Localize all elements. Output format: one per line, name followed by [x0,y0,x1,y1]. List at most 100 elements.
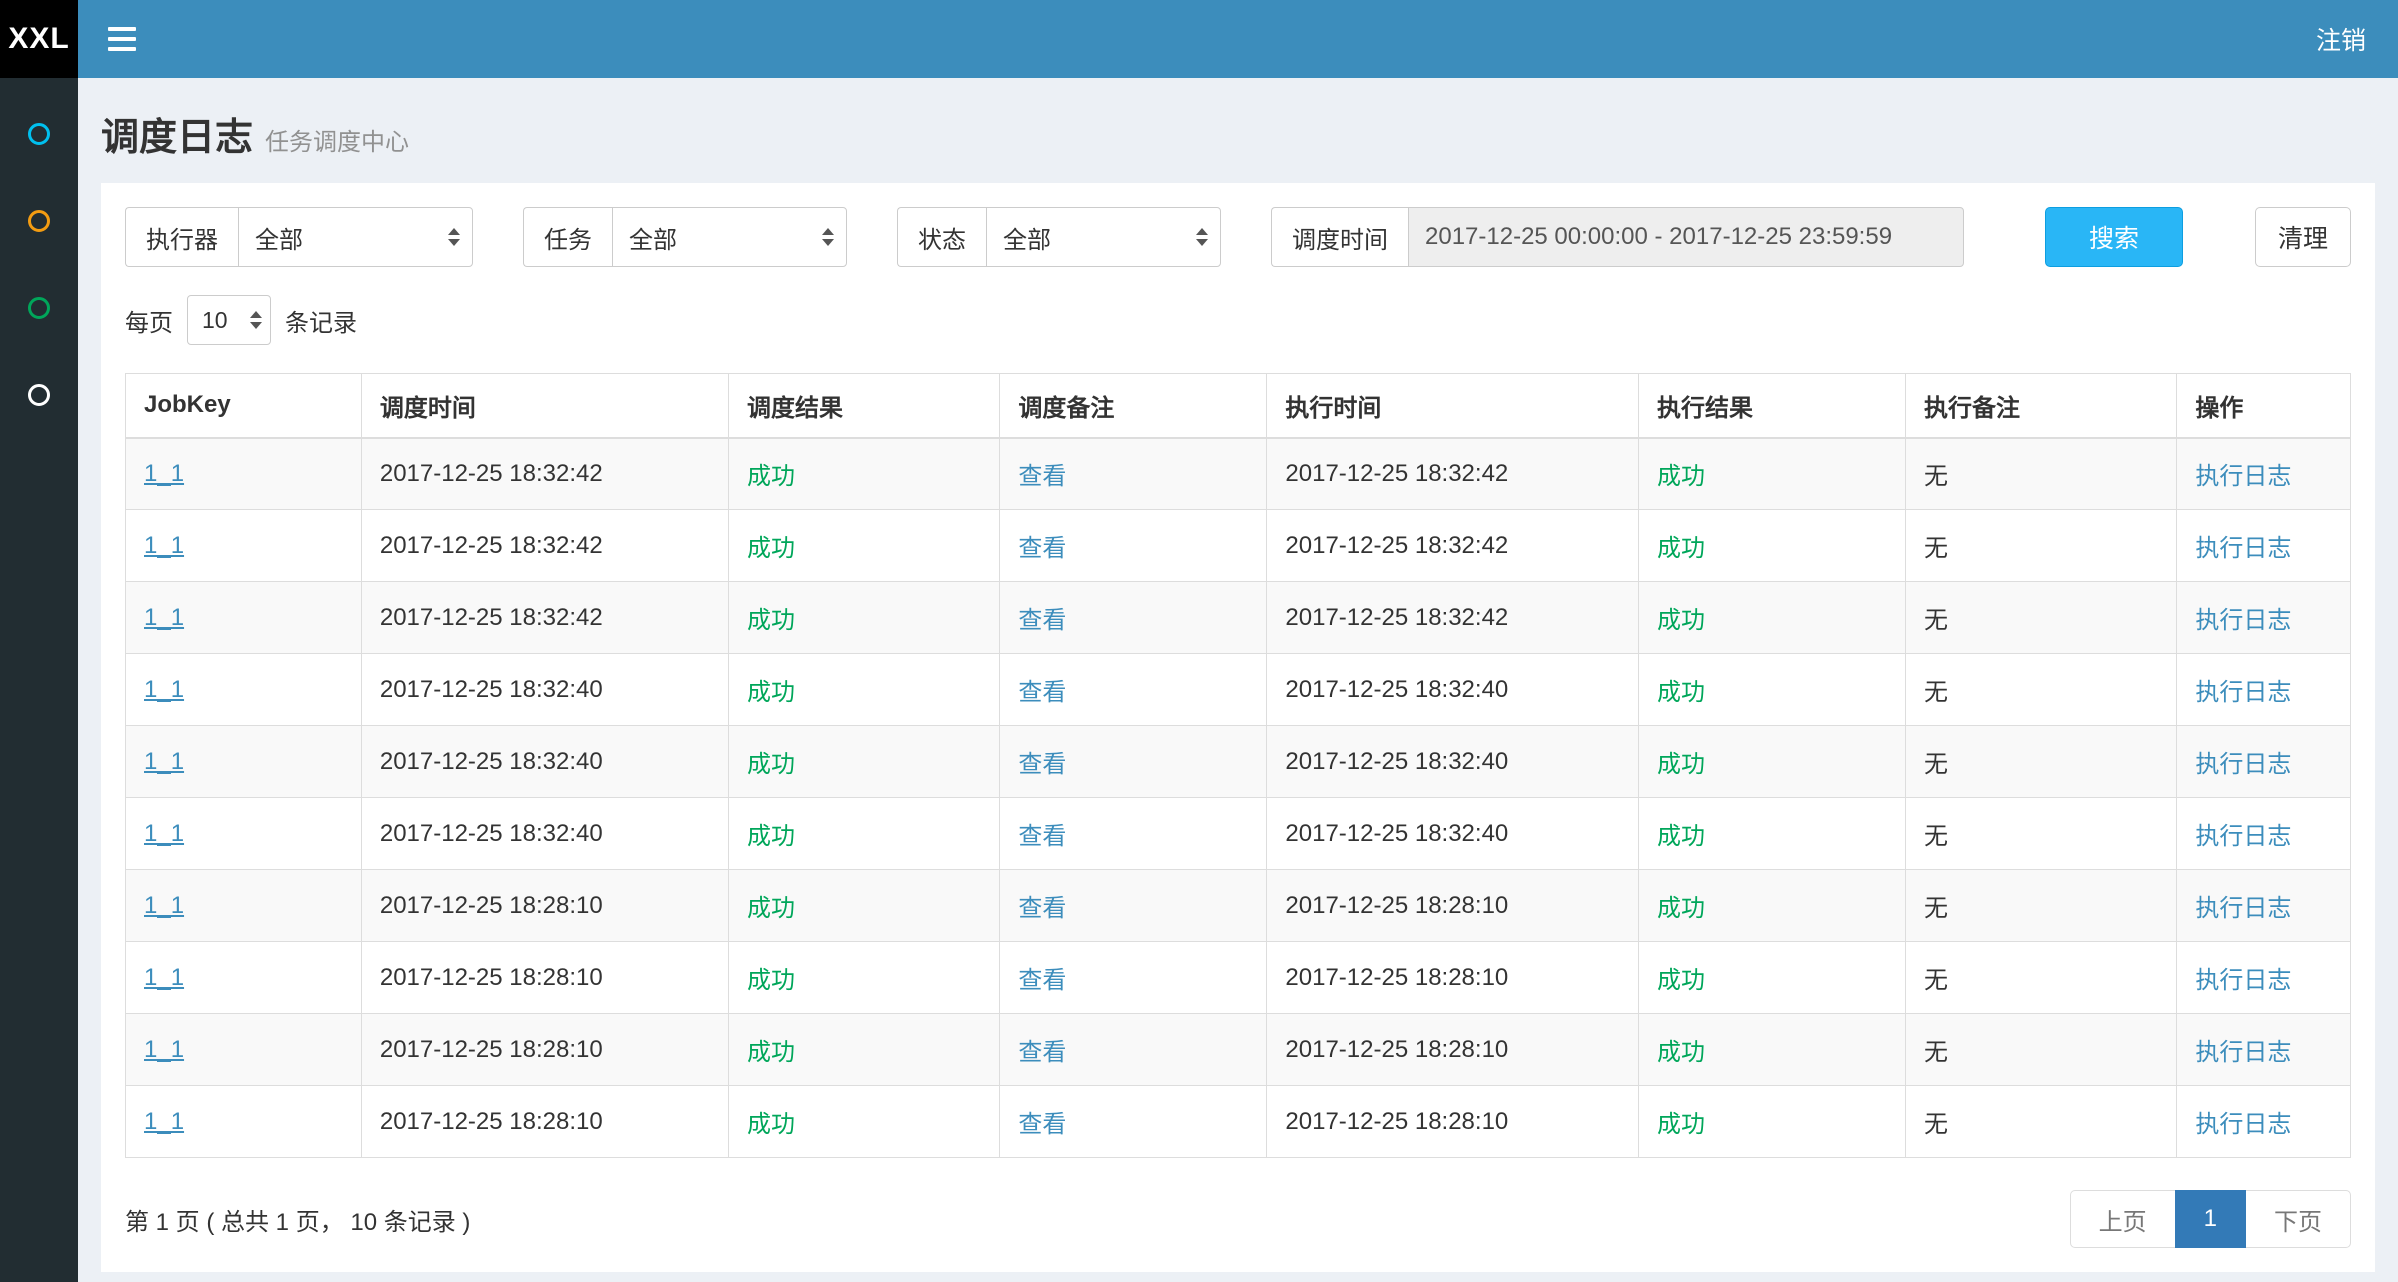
table-row: 1_1 2017-12-25 18:32:42 成功 查看 2017-12-25… [126,438,2351,510]
action-cell: 执行日志 [2177,942,2351,1014]
exec-log-link[interactable]: 执行日志 [2195,535,2291,562]
exec-log-link[interactable]: 执行日志 [2195,1111,2291,1138]
trigger-time-filter-label: 调度时间 [1271,207,1408,267]
exec-log-link[interactable]: 执行日志 [2195,679,2291,706]
handle-time-cell: 2017-12-25 18:28:10 [1267,1014,1639,1086]
trigger-time-cell: 2017-12-25 18:32:40 [361,654,728,726]
jobkey-link[interactable]: 1_1 [144,604,184,631]
sidebar-item-menu-4[interactable] [0,351,78,438]
trigger-time-range-input[interactable] [1408,207,1964,267]
col-header-trigger-time: 调度时间 [361,374,728,438]
trigger-result-cell: 成功 [728,1086,999,1158]
exec-log-link[interactable]: 执行日志 [2195,823,2291,850]
jobkey-link[interactable]: 1_1 [144,820,184,847]
job-select[interactable]: 全部 [612,207,847,267]
col-header-trigger-result: 调度结果 [728,374,999,438]
jobkey-link[interactable]: 1_1 [144,1108,184,1135]
trigger-msg-cell: 查看 [1000,510,1267,582]
trigger-result-cell: 成功 [728,798,999,870]
trigger-time-cell: 2017-12-25 18:32:40 [361,798,728,870]
exec-log-link[interactable]: 执行日志 [2195,895,2291,922]
jobkey-link[interactable]: 1_1 [144,892,184,919]
log-table: JobKey 调度时间 调度结果 调度备注 执行时间 执行结果 执行备注 操作 … [125,373,2351,1158]
jobkey-link[interactable]: 1_1 [144,460,184,487]
sidebar-toggle-button[interactable] [104,21,140,57]
trigger-msg-cell: 查看 [1000,798,1267,870]
status-filter-label: 状态 [897,207,986,267]
logout-link[interactable]: 注销 [2316,21,2366,57]
jobkey-link[interactable]: 1_1 [144,676,184,703]
view-trigger-msg-link[interactable]: 查看 [1018,679,1066,706]
app-logo[interactable]: XXL [0,0,78,78]
action-cell: 执行日志 [2177,510,2351,582]
view-trigger-msg-link[interactable]: 查看 [1018,751,1066,778]
page-size-select[interactable]: 10 [187,295,271,345]
sidebar-item-menu-2[interactable] [0,177,78,264]
exec-log-link[interactable]: 执行日志 [2195,751,2291,778]
action-cell: 执行日志 [2177,1014,2351,1086]
trigger-msg-cell: 查看 [1000,1086,1267,1158]
col-header-handle-time: 执行时间 [1267,374,1639,438]
action-cell: 执行日志 [2177,870,2351,942]
trigger-msg-cell: 查看 [1000,1014,1267,1086]
jobkey-link[interactable]: 1_1 [144,532,184,559]
handle-msg-cell: 无 [1905,438,2176,510]
handle-time-cell: 2017-12-25 18:32:42 [1267,510,1639,582]
table-footer: 第 1 页 ( 总共 1 页， 10 条记录 ) 上页 1 下页 [125,1190,2351,1248]
prev-page-button[interactable]: 上页 [2070,1190,2176,1248]
table-row: 1_1 2017-12-25 18:32:40 成功 查看 2017-12-25… [126,726,2351,798]
exec-log-link[interactable]: 执行日志 [2195,607,2291,634]
view-trigger-msg-link[interactable]: 查看 [1018,1039,1066,1066]
sidebar-item-menu-3[interactable] [0,264,78,351]
handle-time-cell: 2017-12-25 18:32:40 [1267,654,1639,726]
view-trigger-msg-link[interactable]: 查看 [1018,463,1066,490]
executor-select[interactable]: 全部 [238,207,473,267]
current-page-button[interactable]: 1 [2175,1190,2246,1248]
jobkey-cell: 1_1 [126,582,362,654]
view-trigger-msg-link[interactable]: 查看 [1018,1111,1066,1138]
trigger-result-cell: 成功 [728,1014,999,1086]
exec-log-link[interactable]: 执行日志 [2195,463,2291,490]
view-trigger-msg-link[interactable]: 查看 [1018,535,1066,562]
handle-msg-cell: 无 [1905,1086,2176,1158]
trigger-result-cell: 成功 [728,438,999,510]
trigger-result-cell: 成功 [728,510,999,582]
jobkey-cell: 1_1 [126,1086,362,1158]
handle-result-cell: 成功 [1638,1086,1905,1158]
table-row: 1_1 2017-12-25 18:32:40 成功 查看 2017-12-25… [126,798,2351,870]
status-select[interactable]: 全部 [986,207,1221,267]
view-trigger-msg-link[interactable]: 查看 [1018,607,1066,634]
jobkey-link[interactable]: 1_1 [144,964,184,991]
trigger-time-filter: 调度时间 [1271,207,1964,267]
pagination: 上页 1 下页 [2070,1190,2351,1248]
handle-msg-cell: 无 [1905,1014,2176,1086]
jobkey-link[interactable]: 1_1 [144,748,184,775]
search-button[interactable]: 搜索 [2045,207,2183,267]
exec-log-link[interactable]: 执行日志 [2195,967,2291,994]
table-row: 1_1 2017-12-25 18:32:42 成功 查看 2017-12-25… [126,582,2351,654]
next-page-button[interactable]: 下页 [2245,1190,2351,1248]
select-arrows-icon [1196,228,1208,246]
jobkey-link[interactable]: 1_1 [144,1036,184,1063]
action-cell: 执行日志 [2177,726,2351,798]
executor-filter-label: 执行器 [125,207,238,267]
handle-result-cell: 成功 [1638,798,1905,870]
view-trigger-msg-link[interactable]: 查看 [1018,967,1066,994]
handle-time-cell: 2017-12-25 18:32:40 [1267,798,1639,870]
view-trigger-msg-link[interactable]: 查看 [1018,895,1066,922]
sidebar-item-menu-1[interactable] [0,90,78,177]
trigger-time-cell: 2017-12-25 18:32:42 [361,438,728,510]
trigger-time-cell: 2017-12-25 18:28:10 [361,1086,728,1158]
sidebar [0,78,78,1282]
hamburger-icon [108,27,136,31]
view-trigger-msg-link[interactable]: 查看 [1018,823,1066,850]
exec-log-link[interactable]: 执行日志 [2195,1039,2291,1066]
page-size-control: 每页 10 条记录 [125,295,2351,345]
handle-time-cell: 2017-12-25 18:32:42 [1267,438,1639,510]
page-title-text: 调度日志 [101,117,253,159]
col-header-handle-result: 执行结果 [1638,374,1905,438]
clear-log-button[interactable]: 清理 [2255,207,2351,267]
page-title: 调度日志任务调度中心 [101,106,2375,161]
handle-msg-cell: 无 [1905,726,2176,798]
handle-time-cell: 2017-12-25 18:28:10 [1267,870,1639,942]
